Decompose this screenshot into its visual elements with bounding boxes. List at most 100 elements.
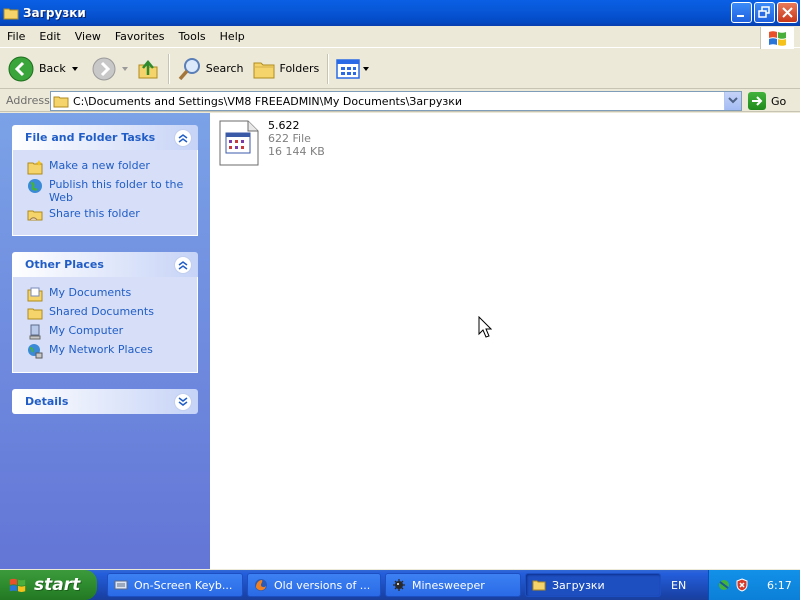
network-globe-icon <box>28 344 43 359</box>
task-label: Publish this folder to the Web <box>49 178 184 204</box>
taskbar-onscreen-keyboard[interactable]: On-Screen Keyb... <box>107 573 243 597</box>
place-label: Shared Documents <box>49 305 154 318</box>
search-icon <box>178 57 200 80</box>
place-label: My Network Places <box>49 343 153 356</box>
file-folder-tasks-header[interactable]: File and Folder Tasks <box>12 125 198 150</box>
computer-icon <box>29 324 41 340</box>
windows-flag-icon <box>9 578 26 592</box>
publish-folder-link[interactable]: Publish this folder to the Web <box>27 178 193 204</box>
minesweeper-icon <box>393 579 405 591</box>
place-my-documents[interactable]: My Documents <box>27 286 193 302</box>
menu-favorites[interactable]: Favorites <box>108 30 172 43</box>
views-icon <box>336 58 360 79</box>
forward-dropdown-icon[interactable] <box>121 66 128 71</box>
folder-up-icon <box>138 59 158 78</box>
menu-file[interactable]: File <box>0 30 32 43</box>
minimize-icon <box>737 15 744 17</box>
address-dropdown-button[interactable] <box>724 92 741 110</box>
toolbar-separator <box>167 53 169 84</box>
views-button[interactable] <box>332 52 373 86</box>
folder-icon <box>532 580 546 591</box>
toolbar-separator <box>327 53 329 84</box>
keyboard-icon <box>114 580 128 590</box>
window-title: Загрузки <box>23 6 86 20</box>
search-label: Search <box>205 62 244 75</box>
system-tray: 6:17 <box>708 570 800 600</box>
title-bar: Загрузки <box>0 0 800 26</box>
place-shared-documents[interactable]: Shared Documents <box>27 305 193 321</box>
panel-title: Other Places <box>25 258 104 271</box>
make-new-folder-link[interactable]: Make a new folder <box>27 159 193 175</box>
taskbar-label: On-Screen Keyb... <box>134 578 233 592</box>
address-label: Address <box>6 94 50 107</box>
new-folder-icon <box>27 160 43 175</box>
taskbar-label: Загрузки <box>552 578 605 592</box>
windows-flag-icon <box>769 31 786 46</box>
clock: 6:17 <box>767 578 792 592</box>
taskbar-zagruzki[interactable]: Загрузки <box>525 573 661 597</box>
mouse-cursor-icon <box>478 316 492 338</box>
menu-view[interactable]: View <box>68 30 108 43</box>
taskbar-firefox[interactable]: Old versions of ... <box>247 573 381 597</box>
language-indicator[interactable]: EN <box>671 579 686 592</box>
place-label: My Computer <box>49 324 124 337</box>
shared-folder-icon <box>27 210 43 221</box>
menu-help[interactable]: Help <box>213 30 252 43</box>
place-my-network-places[interactable]: My Network Places <box>27 343 193 359</box>
file-folder-tasks-panel: File and Folder Tasks Make a new folder … <box>12 125 198 236</box>
panel-title: File and Folder Tasks <box>25 131 156 144</box>
menu-bar: File Edit View Favorites Tools Help <box>0 26 800 49</box>
up-button[interactable] <box>132 52 164 86</box>
start-label: start <box>34 575 81 595</box>
expand-icon[interactable] <box>174 392 192 411</box>
taskbar-minesweeper[interactable]: Minesweeper <box>385 573 521 597</box>
minimize-button[interactable] <box>731 2 752 23</box>
folder-icon <box>53 96 69 108</box>
back-dropdown-icon[interactable] <box>71 66 78 71</box>
address-bar: Address C:\Documents and Settings\VM8 FR… <box>0 90 800 112</box>
address-input[interactable]: C:\Documents and Settings\VM8 FREEADMIN\… <box>50 91 742 111</box>
go-arrow-icon <box>748 92 766 110</box>
place-my-computer[interactable]: My Computer <box>27 324 193 340</box>
task-label: Share this folder <box>49 207 140 220</box>
task-label: Make a new folder <box>49 159 150 172</box>
file-name: 5.622 <box>268 119 300 132</box>
share-folder-link[interactable]: Share this folder <box>27 207 193 223</box>
network-tray-icon[interactable] <box>717 578 731 592</box>
chevron-down-icon <box>728 97 738 104</box>
my-documents-icon <box>27 287 43 302</box>
other-places-header[interactable]: Other Places <box>12 252 198 277</box>
menu-edit[interactable]: Edit <box>32 30 67 43</box>
go-label: Go <box>771 94 787 108</box>
back-label: Back <box>39 62 66 75</box>
forward-button[interactable] <box>88 52 132 86</box>
maximize-button[interactable] <box>754 2 775 23</box>
folders-icon <box>253 62 275 78</box>
windows-logo <box>760 27 794 49</box>
file-item[interactable]: 5.622 622 File 16 144 KB <box>218 119 325 167</box>
security-shield-icon[interactable] <box>735 578 749 592</box>
views-dropdown-icon[interactable] <box>363 66 370 71</box>
collapse-icon[interactable] <box>174 255 192 274</box>
file-list-area[interactable]: 5.622 622 File 16 144 KB <box>210 113 800 569</box>
file-type: 622 File <box>268 132 311 145</box>
task-pane: File and Folder Tasks Make a new folder … <box>0 113 210 569</box>
close-icon <box>782 7 793 18</box>
taskbar-label: Minesweeper <box>412 578 485 592</box>
back-button[interactable]: Back <box>4 52 82 86</box>
search-button[interactable]: Search <box>173 52 248 86</box>
details-header[interactable]: Details <box>12 389 198 414</box>
file-size: 16 144 KB <box>268 145 325 158</box>
restore-icon <box>758 6 770 18</box>
collapse-icon[interactable] <box>174 128 192 147</box>
close-button[interactable] <box>777 2 798 23</box>
folder-icon <box>3 8 19 20</box>
panel-title: Details <box>25 395 69 408</box>
folders-button[interactable]: Folders <box>248 52 324 86</box>
start-button[interactable]: start <box>0 570 97 600</box>
go-button[interactable]: Go <box>748 92 786 110</box>
taskbar: start On-Screen Keyb... Old versions of … <box>0 570 800 600</box>
generic-file-icon <box>219 120 259 166</box>
details-panel: Details <box>12 389 198 414</box>
menu-tools[interactable]: Tools <box>172 30 213 43</box>
